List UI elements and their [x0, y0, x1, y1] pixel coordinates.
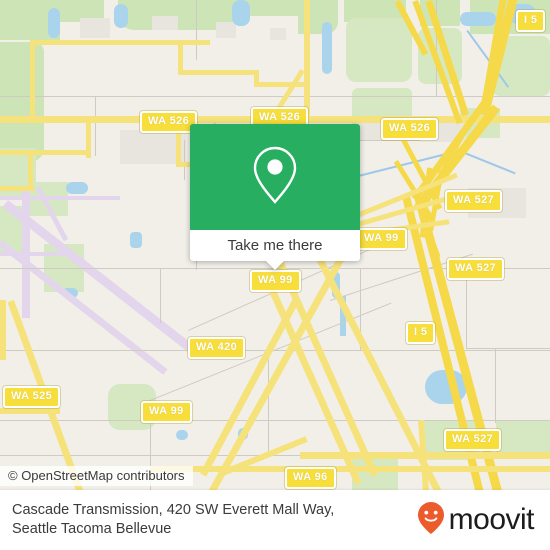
highway-shield-label: I 5 — [524, 14, 538, 26]
location-popup[interactable]: Take me there — [190, 124, 360, 270]
popup-pointer — [266, 261, 284, 270]
highway-shield-label: WA 525 — [11, 390, 53, 402]
map-pin-icon — [248, 144, 302, 211]
highway-shield-label: WA 527 — [452, 433, 494, 445]
moovit-wordmark: moovit — [448, 503, 535, 536]
highway-shield-label: WA 99 — [258, 274, 293, 286]
moovit-logo[interactable]: moovit — [416, 501, 550, 540]
map-attribution[interactable]: © OpenStreetMap contributors — [0, 466, 193, 486]
highway-shield: WA 526 — [381, 118, 439, 140]
highway-shield-label: WA 96 — [293, 471, 328, 483]
highway-shield-label: WA 526 — [148, 115, 190, 127]
highway-shield: WA 99 — [356, 228, 407, 250]
highway-shield: WA 527 — [444, 429, 502, 451]
highway-shield-label: I 5 — [414, 326, 428, 338]
take-me-there-button[interactable]: Take me there — [190, 230, 360, 261]
highway-shield: WA 99 — [250, 270, 301, 292]
highway-shield-label: WA 527 — [455, 262, 497, 274]
caption-line-2: Seattle Tacoma Bellevue — [12, 521, 172, 537]
highway-shield-label: WA 527 — [453, 194, 495, 206]
highway-shield: I 5 — [516, 10, 546, 32]
highway-shield: WA 527 — [445, 190, 503, 212]
highway-shield-label: WA 99 — [149, 405, 184, 417]
highway-shield: WA 420 — [188, 337, 246, 359]
map-screenshot: I 5 WA 526 WA 526 WA 526 WA 527 WA 99 WA 527 WA… — [0, 0, 550, 550]
highway-shield-label: WA 99 — [364, 232, 399, 244]
highway-shield: WA 526 — [140, 111, 198, 133]
highway-shield-label: WA 420 — [196, 341, 238, 353]
map-canvas[interactable]: I 5 WA 526 WA 526 WA 526 WA 527 WA 99 WA 527 WA… — [0, 0, 550, 490]
highway-shield: WA 527 — [447, 258, 505, 280]
highway-shield: WA 99 — [141, 401, 192, 423]
popup-image-area — [190, 124, 360, 230]
highway-shield: WA 96 — [285, 467, 336, 489]
highway-shield-label: WA 526 — [389, 122, 431, 134]
location-caption: Cascade Transmission, 420 SW Everett Mal… — [0, 501, 334, 539]
highway-shield: I 5 — [406, 322, 436, 344]
highway-shield-label: WA 526 — [259, 111, 301, 123]
moovit-pin-icon — [416, 501, 446, 540]
bottom-bar: Cascade Transmission, 420 SW Everett Mal… — [0, 490, 550, 550]
caption-line-1: Cascade Transmission, 420 SW Everett Mal… — [12, 502, 335, 518]
take-me-there-label: Take me there — [227, 237, 323, 254]
highway-shield: WA 525 — [3, 386, 61, 408]
